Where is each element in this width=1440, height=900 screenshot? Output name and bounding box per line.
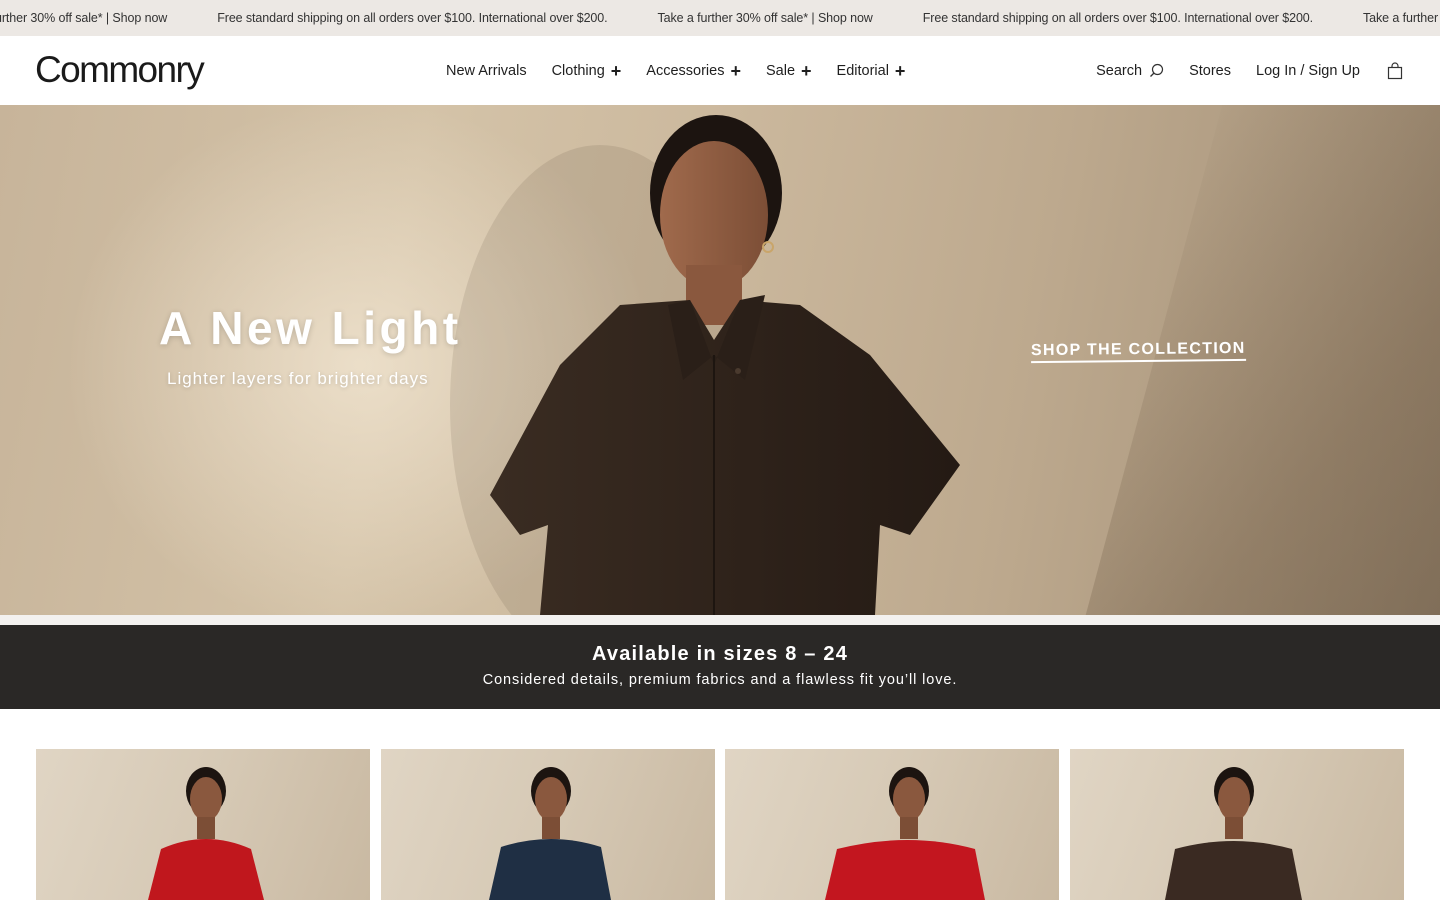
nav-item-sale[interactable]: Sale +: [765, 60, 812, 81]
banner-title: Available in sizes 8 – 24: [591, 643, 849, 665]
login-label: Log In / Sign Up: [1256, 62, 1360, 79]
product-card[interactable]: [1070, 749, 1404, 900]
announcement-message[interactable]: Take a further 30% off sale* | Shop now: [1363, 11, 1440, 25]
nav-item-label: Sale: [765, 62, 796, 79]
nav-item-label: New Arrivals: [446, 62, 527, 79]
product-image: [825, 767, 985, 900]
section-divider: [0, 615, 1440, 625]
announcement-message[interactable]: Take a further 30% off sale* | Shop now: [0, 11, 167, 25]
stores-link[interactable]: Stores: [1189, 63, 1231, 79]
shopping-bag-icon: [1387, 61, 1403, 79]
product-image: [148, 767, 264, 900]
plus-icon: +: [894, 60, 906, 81]
utility-nav: Search Stores Log In / Sign Up: [1071, 36, 1404, 105]
plus-icon: +: [801, 60, 812, 81]
search-icon: [1150, 63, 1164, 77]
search-button[interactable]: Search: [1096, 63, 1164, 79]
nav-item-accessories[interactable]: Accessories +: [646, 60, 741, 81]
product-card[interactable]: [381, 749, 715, 900]
cart-button[interactable]: [1386, 61, 1404, 80]
plus-icon: +: [610, 60, 622, 81]
banner-subtitle: Considered details, premium fabrics and …: [482, 672, 958, 688]
product-card[interactable]: [725, 749, 1059, 900]
hero-subtitle: Lighter layers for brighter days: [167, 369, 429, 388]
nav-item-label: Accessories: [646, 62, 725, 79]
announcement-message[interactable]: Free standard shipping on all orders ove…: [923, 11, 1313, 25]
main-nav: New Arrivals Clothing + Accessories + Sa…: [446, 36, 930, 105]
announcement-bar: Take a further 30% off sale* | Shop now …: [0, 0, 1440, 36]
site-header: Commonry New Arrivals Clothing + Accesso…: [0, 36, 1440, 105]
product-grid: [36, 749, 1404, 900]
product-image: [489, 767, 611, 900]
sizes-banner: Available in sizes 8 – 24 Considered det…: [0, 625, 1440, 709]
announcement-message[interactable]: Free standard shipping on all orders ove…: [217, 11, 607, 25]
site-logo[interactable]: Commonry: [35, 50, 205, 90]
announcement-message[interactable]: Take a further 30% off sale* | Shop now: [658, 11, 873, 25]
nav-item-label: Editorial: [836, 62, 889, 79]
search-label: Search: [1096, 62, 1143, 79]
hero-title: A New Light: [159, 302, 462, 354]
nav-item-editorial[interactable]: Editorial +: [836, 60, 906, 81]
shop-collection-link[interactable]: SHOP THE COLLECTION: [1030, 339, 1246, 364]
nav-item-new-arrivals[interactable]: New Arrivals: [446, 63, 527, 79]
stores-label: Stores: [1189, 62, 1231, 79]
plus-icon: +: [730, 60, 741, 81]
login-link[interactable]: Log In / Sign Up: [1256, 63, 1360, 79]
product-image: [1165, 767, 1302, 900]
product-card[interactable]: [36, 749, 370, 900]
nav-item-clothing[interactable]: Clothing +: [551, 60, 622, 81]
announcement-track: Take a further 30% off sale* | Shop now …: [0, 0, 1440, 36]
nav-item-label: Clothing: [551, 62, 605, 79]
hero-banner[interactable]: A New Light Lighter layers for brighter …: [0, 105, 1440, 615]
